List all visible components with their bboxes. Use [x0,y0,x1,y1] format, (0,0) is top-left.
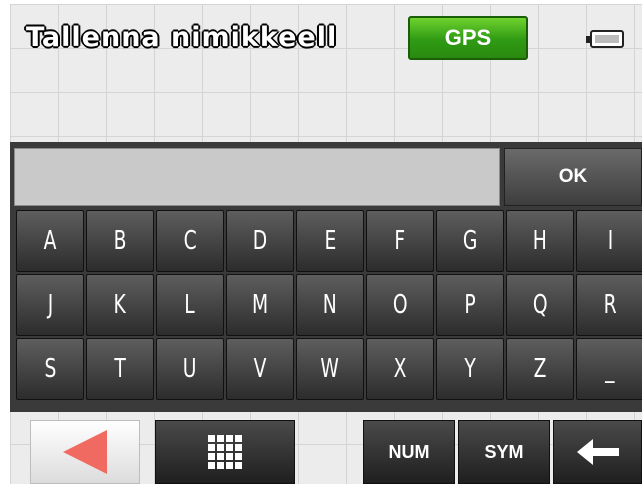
key-o[interactable]: O [366,274,434,336]
key-w[interactable]: W [296,338,364,400]
key-label: S [44,354,56,384]
key-p[interactable]: P [436,274,504,336]
arrow-left-icon [576,439,619,465]
key-z[interactable]: Z [506,338,574,400]
key-g[interactable]: G [436,210,504,272]
key-label: _ [605,354,615,384]
key-label: H [532,226,548,256]
gps-button[interactable]: GPS [408,16,528,60]
key-label: N [323,290,337,320]
key-label: M [251,290,269,320]
key-u[interactable]: U [156,338,224,400]
key-label: B [113,226,127,256]
key-e[interactable]: E [296,210,364,272]
key-label: J [47,290,53,320]
key-f[interactable]: F [366,210,434,272]
name-input[interactable] [14,148,500,206]
key-c[interactable]: C [156,210,224,272]
key-m[interactable]: M [226,274,294,336]
key-d[interactable]: D [226,210,294,272]
key-label: T [114,354,126,384]
page-title: Tallenna nimikkeell [26,22,338,53]
key-row-3: S T U V W X Y Z _ [16,338,642,400]
key-underscore[interactable]: _ [576,338,642,400]
keyboard-layout-button[interactable] [155,420,295,484]
key-h[interactable]: H [506,210,574,272]
battery-icon [586,30,624,48]
key-n[interactable]: N [296,274,364,336]
key-v[interactable]: V [226,338,294,400]
key-label: A [43,226,57,256]
key-label: O [392,290,408,320]
key-label: D [252,226,268,256]
key-k[interactable]: K [86,274,154,336]
key-label: V [253,354,267,384]
key-b[interactable]: B [86,210,154,272]
key-label: Q [532,290,548,320]
key-label: Y [464,354,476,384]
backspace-button[interactable] [553,420,642,484]
key-a[interactable]: A [16,210,84,272]
key-label: R [603,290,617,320]
triangle-left-icon [63,430,107,474]
key-label: W [320,354,340,384]
key-l[interactable]: L [156,274,224,336]
key-row-2: J K L M N O P Q R [16,274,642,336]
key-i[interactable]: I [576,210,642,272]
key-s[interactable]: S [16,338,84,400]
ok-button[interactable]: OK [504,148,642,206]
key-label: U [183,354,197,384]
bottom-toolbar: NUM SYM [10,412,642,484]
key-label: K [113,290,127,320]
key-row-1: A B C D E F G H I [16,210,642,272]
key-grid: A B C D E F G H I J K L M N O P Q R S T … [16,210,642,402]
key-label: P [464,290,476,320]
key-label: F [394,226,406,256]
num-button[interactable]: NUM [363,420,455,484]
key-label: I [607,226,613,256]
key-label: X [393,354,407,384]
key-j[interactable]: J [16,274,84,336]
key-x[interactable]: X [366,338,434,400]
key-q[interactable]: Q [506,274,574,336]
sym-button[interactable]: SYM [458,420,550,484]
key-label: Z [533,354,547,384]
key-r[interactable]: R [576,274,642,336]
key-label: E [324,226,336,256]
key-label: C [183,226,197,256]
key-y[interactable]: Y [436,338,504,400]
key-t[interactable]: T [86,338,154,400]
keyboard-panel: OK A B C D E F G H I J K L M N O P Q R S… [10,142,642,412]
back-button[interactable] [30,420,140,484]
key-label: G [462,226,478,256]
screen: Tallenna nimikkeell GPS OK A B C D E F G… [10,4,642,484]
header: Tallenna nimikkeell GPS [10,4,642,76]
keypad-grid-icon [208,435,242,469]
key-label: L [184,290,196,320]
